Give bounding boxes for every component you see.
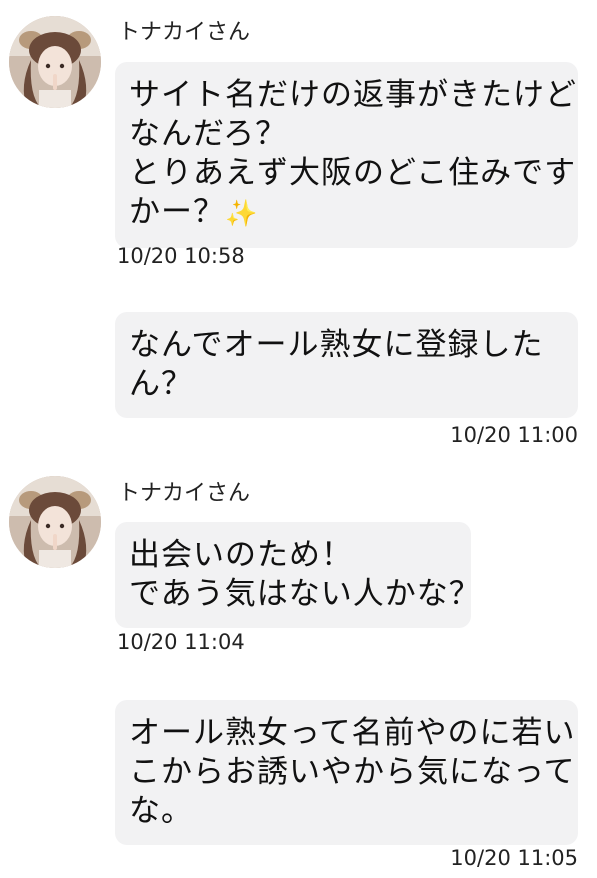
message-line-text: かー？ [129, 194, 225, 230]
message-line: 出会いのため！ [129, 537, 353, 573]
message-bubble[interactable]: 出会いのため！ であう気はない人かな？ [115, 522, 481, 628]
sender-name: トナカイさん [118, 481, 251, 506]
message-line: サイト名だけの返事がきたけど [129, 77, 577, 113]
message-line: なんだろ？ [129, 116, 288, 152]
avatar[interactable] [9, 476, 101, 568]
avatar-photo [9, 476, 101, 568]
message-timestamp: 10/20 11:04 [117, 630, 245, 654]
avatar[interactable] [9, 16, 101, 108]
chat-thread: トナカイさん サイト名だけの返事がきたけど なんだろ？ とりあえず大阪のどこ住み… [0, 0, 597, 878]
message-line: オール熟女って名前やのに若い [129, 715, 576, 751]
sparkles-icon: ✨ [225, 199, 259, 229]
avatar-photo [9, 16, 101, 108]
message-line: なんでオール熟女に登録した [129, 327, 544, 363]
message-bubble[interactable]: なんでオール熟女に登録した ん？ [115, 312, 578, 418]
message-bubble[interactable]: サイト名だけの返事がきたけど なんだろ？ とりあえず大阪のどこ住みです かー？✨ [115, 62, 578, 248]
message-line: とりあえず大阪のどこ住みです [129, 155, 577, 191]
message-timestamp: 10/20 11:05 [450, 846, 578, 870]
sender-name: トナカイさん [118, 20, 251, 45]
message-timestamp: 10/20 11:00 [450, 423, 578, 447]
message-line: ん？ [129, 366, 193, 402]
message-line: こからお誘いやから気になって [129, 754, 576, 790]
message-bubble[interactable]: オール熟女って名前やのに若い こからお誘いやから気になって な。 [115, 700, 578, 845]
message-timestamp: 10/20 10:58 [117, 244, 245, 268]
message-line-last: かー？✨ [129, 193, 564, 234]
message-line: な。 [129, 793, 193, 829]
message-line: であう気はない人かな？ [129, 576, 481, 612]
